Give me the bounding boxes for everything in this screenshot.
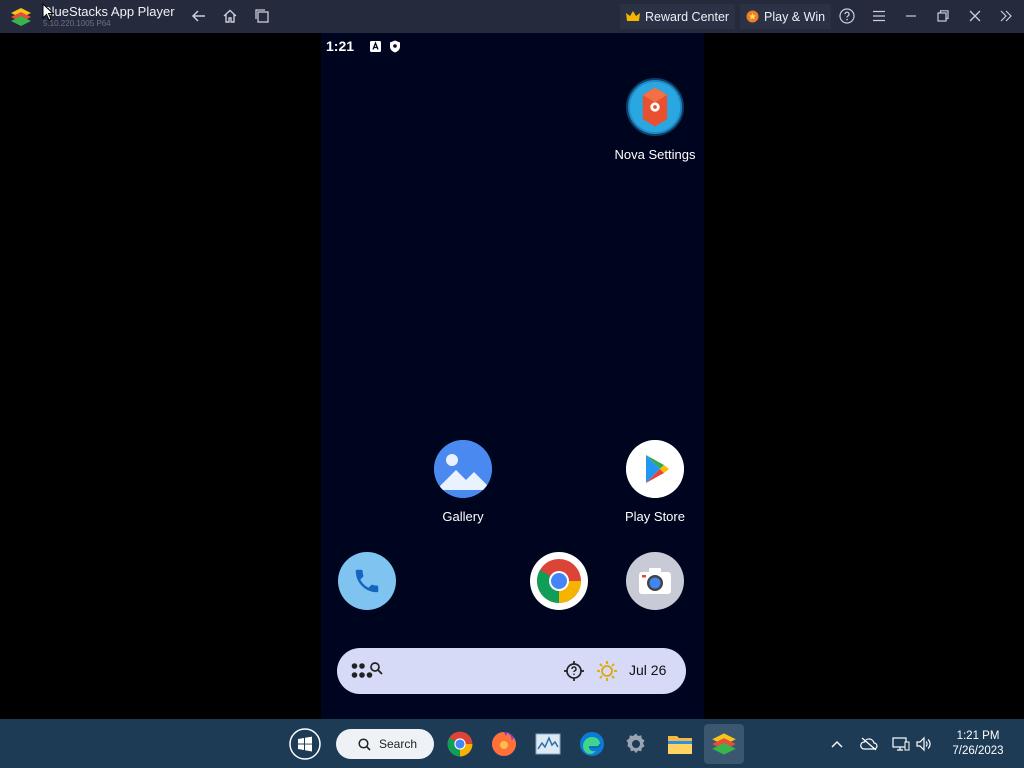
bluestacks-logo-icon <box>10 6 32 28</box>
close-icon[interactable] <box>964 5 986 27</box>
play-win-coin-icon <box>746 10 759 23</box>
windows-taskbar: Search 1:21 PM 7/26/2023 <box>0 719 1024 768</box>
volume-icon[interactable] <box>915 735 933 753</box>
help-icon[interactable] <box>836 5 858 27</box>
app-play-store[interactable]: Play Store <box>610 440 700 524</box>
dock-phone[interactable] <box>322 552 412 610</box>
play-win-button[interactable]: Play & Win <box>740 4 832 29</box>
taskbar-chrome-icon[interactable] <box>443 727 477 761</box>
chevron-up-icon[interactable] <box>828 735 846 753</box>
taskbar-date: 7/26/2023 <box>952 745 1004 757</box>
phone-icon <box>338 552 396 610</box>
taskbar-clock[interactable]: 1:21 PM 7/26/2023 <box>944 729 1012 759</box>
reward-center-label: Reward Center <box>645 9 730 24</box>
taskbar-resource-monitor-icon[interactable] <box>531 727 565 761</box>
shield-icon <box>389 40 401 52</box>
onedrive-offline-icon[interactable] <box>860 735 878 753</box>
nova-settings-icon <box>626 78 684 136</box>
taskbar-search-label: Search <box>379 737 418 751</box>
recent-apps-icon[interactable] <box>251 5 273 27</box>
status-bar-time: 1:21 <box>326 38 355 54</box>
expand-sidebar-icon[interactable] <box>995 5 1017 27</box>
app-label-gallery: Gallery <box>442 509 484 524</box>
location-unknown-icon[interactable] <box>563 660 585 687</box>
taskbar-file-explorer-icon[interactable] <box>663 727 697 761</box>
gallery-icon <box>434 440 492 498</box>
home-icon[interactable] <box>219 5 241 27</box>
sun-weather-icon[interactable] <box>596 660 618 687</box>
taskbar-settings-gear-icon[interactable] <box>619 727 653 761</box>
app-gallery[interactable]: Gallery <box>418 440 508 524</box>
app-nova-settings[interactable]: Nova Settings <box>610 78 700 162</box>
search-icon <box>358 737 371 751</box>
taskbar-edge-icon[interactable] <box>575 727 609 761</box>
minimize-icon[interactable] <box>900 5 922 27</box>
widget-date[interactable]: Jul 26 <box>629 662 666 678</box>
taskbar-time: 1:21 PM <box>956 730 1000 742</box>
reward-center-button[interactable]: Reward Center <box>620 4 736 29</box>
crown-icon <box>626 10 640 21</box>
dock-camera[interactable] <box>610 552 700 610</box>
mouse-cursor-icon <box>42 2 55 26</box>
app-drawer-search-icon[interactable] <box>351 661 385 686</box>
app-label-nova-settings: Nova Settings <box>614 147 696 162</box>
start-icon[interactable] <box>288 727 322 761</box>
network-icon[interactable] <box>892 735 910 753</box>
notification-a-icon <box>369 40 381 52</box>
camera-icon <box>626 552 684 610</box>
bluestacks-titlebar: BlueStacks App Player 5.10.220.1005 P64 … <box>0 0 1024 33</box>
app-title: BlueStacks App Player <box>43 4 175 19</box>
search-widget[interactable]: Jul 26 <box>337 648 686 694</box>
taskbar-search-box[interactable]: Search <box>336 729 434 759</box>
menu-icon[interactable] <box>868 5 890 27</box>
back-arrow-icon[interactable] <box>188 5 210 27</box>
chrome-icon <box>530 552 588 610</box>
taskbar-firefox-icon[interactable] <box>487 727 521 761</box>
app-label-play-store: Play Store <box>625 509 685 524</box>
play-store-icon <box>626 440 684 498</box>
restore-icon[interactable] <box>932 5 954 27</box>
play-win-label: Play & Win <box>764 9 826 24</box>
dock-chrome[interactable] <box>514 552 604 610</box>
taskbar-bluestacks-icon[interactable] <box>704 724 744 764</box>
android-screen[interactable]: 1:21 Nova Settings Gallery Play Store Ju… <box>321 33 704 719</box>
